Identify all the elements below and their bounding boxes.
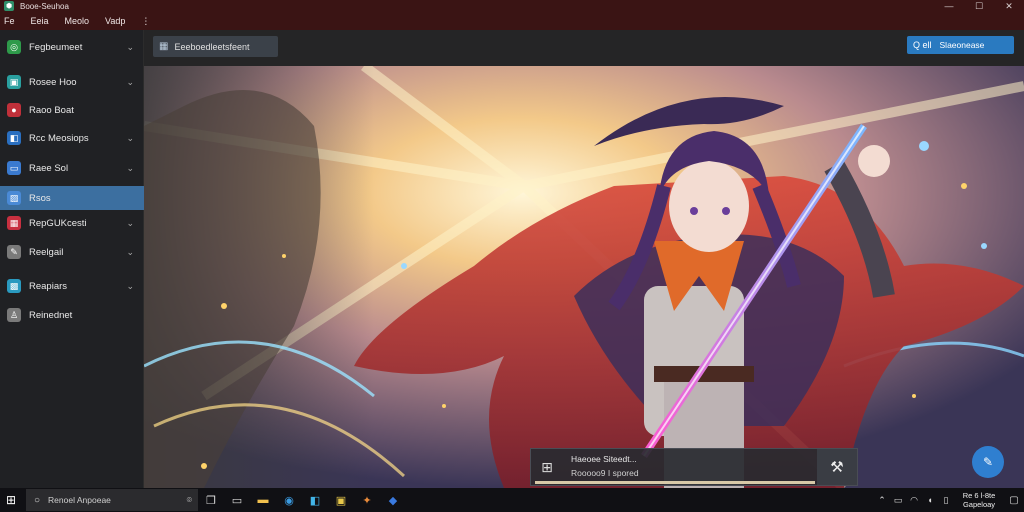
- sidebar-item-label: Rosee Hoo: [29, 76, 77, 88]
- sidebar-item-label: Reinednet: [29, 309, 73, 321]
- target-icon: ◎: [7, 40, 21, 54]
- folder-icon: ▭: [7, 161, 21, 175]
- game-app-icon[interactable]: ✦: [354, 488, 380, 512]
- minimize-button[interactable]: —: [934, 0, 964, 12]
- clock-time: Re 6 l-8te: [962, 491, 996, 500]
- photo-icon: ▨: [7, 191, 21, 205]
- menu-edit[interactable]: Eeia: [31, 16, 49, 26]
- microphone-icon[interactable]: ⌾: [187, 495, 192, 506]
- system-clock[interactable]: Re 6 l-8te Gapeloay: [954, 491, 1004, 509]
- menu-bar: Fe Eeia Meolo Vadp ⋮: [0, 12, 1024, 30]
- taskbar: ⊞ ○ Renoel Anpoeae ⌾ ❐ ▭ ▬ ◉ ◧ ▣ ✦ ◆ ⌃ ▭…: [0, 488, 1024, 512]
- sidebar-item-4[interactable]: ◧ Rcc Meosiops ⌄: [0, 126, 144, 150]
- sidebar-item-label: Rcc Meosiops: [29, 132, 89, 144]
- sidebar-item-label: Rsos: [29, 192, 51, 204]
- menu-help[interactable]: Vadp: [105, 16, 125, 26]
- image-canvas[interactable]: ⊞ Haeoee Siteedt... Rooooo9 I spored ⚒ ✎: [144, 66, 1024, 488]
- volume-icon[interactable]: ◖: [922, 495, 938, 505]
- sidebar-item-label: Reelgail: [29, 246, 64, 258]
- sidebar-item-label: Reapiars: [29, 280, 68, 292]
- photos-app-icon[interactable]: ▣: [328, 488, 354, 512]
- sidebar: ◎ Fegbeumeet ⌄ ▣ Rosee Hoo ⌄ ● Raoo Boat ◧ Rcc Me…: [0, 30, 144, 488]
- sidebar-item-label: Raee Sol: [29, 162, 69, 174]
- taskbar-search-placeholder: Renoel Anpoeae: [48, 495, 111, 505]
- view-selector-button[interactable]: ▦ Eeeboedleetsfeent: [153, 36, 278, 57]
- sidebar-item-label: RepGUKcesti: [29, 217, 87, 229]
- start-button[interactable]: ⊞: [0, 488, 22, 512]
- settings-app-icon[interactable]: ◆: [380, 488, 406, 512]
- chevron-down-icon[interactable]: ⌄: [126, 42, 134, 53]
- chevron-down-icon[interactable]: ⌄: [126, 133, 134, 144]
- bookmark-icon[interactable]: ⊞: [537, 457, 557, 477]
- view-selector-label: Eeeboedleetsfeent: [174, 41, 250, 52]
- chevron-up-icon[interactable]: ⌃: [874, 495, 890, 506]
- chevron-down-icon[interactable]: ⌄: [126, 281, 134, 292]
- toolbar: ▦ Eeeboedleetsfeent Q ell Slaeonease: [144, 30, 1024, 66]
- clock-date: Gapeloay: [962, 500, 996, 509]
- sidebar-item-10[interactable]: ♙ Reinednet: [0, 303, 144, 327]
- sidebar-item-3[interactable]: ● Raoo Boat: [0, 98, 144, 122]
- store-app-icon[interactable]: ◧: [302, 488, 328, 512]
- grid-icon: ▦: [7, 216, 21, 230]
- sidebar-item-7[interactable]: ▦ RepGUKcesti ⌄: [0, 211, 144, 235]
- window-title: Booe-Seuhoa: [20, 1, 69, 11]
- chevron-down-icon[interactable]: ⌄: [126, 77, 134, 88]
- search-icon: ○: [34, 494, 41, 506]
- taskbar-search[interactable]: ○ Renoel Anpoeae ⌾: [26, 489, 198, 511]
- task-view-icon[interactable]: ❐: [198, 488, 224, 512]
- folder-app-icon[interactable]: ▬: [250, 488, 276, 512]
- image-icon: ▣: [7, 75, 21, 89]
- menu-mode[interactable]: Meolo: [65, 16, 90, 26]
- action-button-label: Slaeonease: [939, 40, 985, 50]
- layers-icon: ◧: [7, 131, 21, 145]
- menu-file[interactable]: Fe: [4, 16, 15, 26]
- chevron-down-icon[interactable]: ⌄: [126, 163, 134, 174]
- pen-icon: ✎: [7, 245, 21, 259]
- network-icon[interactable]: ▭: [890, 495, 906, 506]
- search-icon: Q ell: [913, 40, 932, 50]
- chevron-down-icon[interactable]: ⌄: [126, 247, 134, 258]
- progress-bar: [535, 481, 815, 484]
- overlay-title: Haeoee Siteedt...: [571, 454, 637, 464]
- sidebar-item-2[interactable]: ▣ Rosee Hoo ⌄: [0, 70, 144, 94]
- overlay-subtitle: Rooooo9 I spored: [571, 468, 639, 478]
- notification-icon[interactable]: ▢: [1004, 495, 1024, 506]
- record-icon: ●: [7, 103, 21, 117]
- chevron-down-icon[interactable]: ⌄: [126, 218, 134, 229]
- user-icon: ♙: [7, 308, 21, 322]
- close-button[interactable]: ✕: [994, 0, 1024, 12]
- info-overlay-card[interactable]: ⊞ Haeoee Siteedt... Rooooo9 I spored ⚒: [530, 448, 858, 486]
- maximize-button[interactable]: ☐: [964, 0, 994, 12]
- edge-browser-icon[interactable]: ◉: [276, 488, 302, 512]
- sidebar-item-8[interactable]: ✎ Reelgail ⌄: [0, 240, 144, 264]
- title-bar: ⬢ Booe-Seuhoa — ☐ ✕: [0, 0, 1024, 12]
- sidebar-item-9[interactable]: ▩ Reapiars ⌄: [0, 274, 144, 298]
- sidebar-item-label: Raoo Boat: [29, 104, 74, 116]
- file-explorer-icon[interactable]: ▭: [224, 488, 250, 512]
- app-logo-icon: ⬢: [4, 1, 14, 11]
- artwork-image: [144, 66, 1024, 488]
- wifi-icon[interactable]: ◠: [906, 495, 922, 506]
- menu-more-icon[interactable]: ⋮: [141, 16, 150, 27]
- action-button[interactable]: Q ell Slaeonease: [907, 36, 1014, 54]
- grid-icon: ▦: [159, 41, 169, 52]
- language-icon[interactable]: ▯: [938, 495, 954, 506]
- gallery-icon: ▩: [7, 279, 21, 293]
- edit-icon: ✎: [982, 455, 994, 469]
- sidebar-item-1[interactable]: ◎ Fegbeumeet ⌄: [0, 35, 144, 59]
- sidebar-item-5[interactable]: ▭ Raee Sol ⌄: [0, 156, 144, 180]
- sidebar-item-6[interactable]: ▨ Rsos: [0, 186, 144, 210]
- sidebar-item-label: Fegbeumeet: [29, 41, 83, 53]
- wrench-icon[interactable]: ⚒: [817, 449, 857, 485]
- floating-action-button[interactable]: ✎: [972, 446, 1004, 478]
